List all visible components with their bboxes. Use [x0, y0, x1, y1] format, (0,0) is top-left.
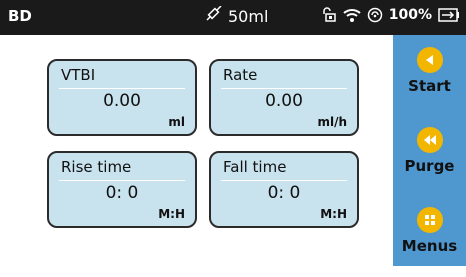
card-value: 0: 0: [267, 183, 301, 203]
rewind-icon: [416, 127, 443, 153]
menus-label: Menus: [401, 237, 458, 255]
purge-button[interactable]: Purge: [393, 127, 466, 197]
side-panel: Start Purge Menus: [393, 35, 466, 266]
card-unit: ml/h: [317, 115, 347, 129]
card-value: 0: 0: [105, 183, 139, 203]
battery-level: 100%: [388, 7, 432, 23]
purge-label: Purge: [404, 157, 455, 175]
card-value: 0.00: [103, 91, 141, 111]
start-button[interactable]: Start: [393, 47, 466, 117]
menu-grid-icon: [416, 207, 443, 233]
status-icons: 100%: [321, 7, 460, 23]
card-label: Rate: [223, 66, 258, 84]
rate-card[interactable]: Rate 0.00 ml/h: [209, 59, 359, 136]
status-bar: BD 50ml 100%: [0, 0, 466, 35]
card-unit: M:H: [320, 207, 347, 221]
vtbi-card[interactable]: VTBI 0.00 ml: [47, 59, 197, 136]
brand-label: BD: [8, 7, 32, 25]
card-value: 0.00: [265, 91, 303, 111]
start-label: Start: [408, 77, 451, 95]
play-back-icon: [416, 47, 443, 73]
card-divider: [59, 88, 185, 89]
fall-time-card[interactable]: Fall time 0: 0 M:H: [209, 151, 359, 228]
card-label: Rise time: [61, 158, 132, 176]
rise-time-card[interactable]: Rise time 0: 0 M:H: [47, 151, 197, 228]
volume-value: 50ml: [228, 6, 269, 26]
card-label: Fall time: [223, 158, 287, 176]
lock-icon: [321, 7, 337, 23]
menus-button[interactable]: Menus: [393, 207, 466, 277]
parameter-area: VTBI 0.00 ml Rate 0.00 ml/h Rise time 0:…: [0, 35, 393, 266]
battery-charging-icon: [438, 8, 460, 22]
signal-icon: [367, 7, 383, 23]
card-label: VTBI: [61, 66, 96, 84]
syringe-volume: 50ml: [205, 5, 269, 26]
card-unit: M:H: [158, 207, 185, 221]
card-divider: [221, 180, 347, 181]
wifi-icon: [343, 7, 361, 23]
card-divider: [221, 88, 347, 89]
card-divider: [59, 180, 185, 181]
card-unit: ml: [168, 115, 185, 129]
syringe-icon: [205, 5, 223, 26]
